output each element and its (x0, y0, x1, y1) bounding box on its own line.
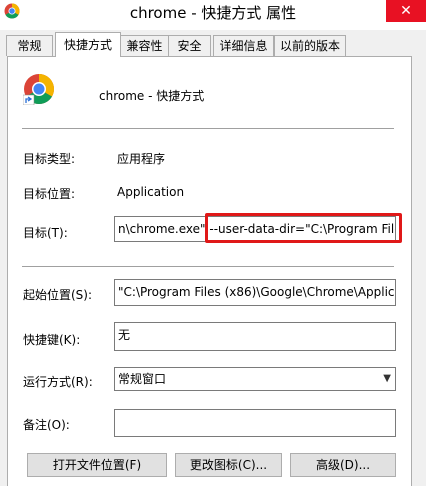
divider (22, 128, 394, 129)
tab-previous-versions[interactable]: 以前的版本 (274, 35, 346, 56)
title-bar: chrome - 快捷方式 属性 ✕ (0, 0, 426, 30)
hotkey-input[interactable]: 无 (114, 322, 396, 351)
close-icon: ✕ (400, 3, 412, 19)
chrome-app-icon (23, 74, 55, 105)
run-select[interactable]: 常规窗口 ▼ (114, 367, 396, 391)
comment-label: 备注(O): (23, 418, 70, 432)
change-icon-button[interactable]: 更改图标(C)... (175, 453, 282, 477)
target-label: 目标(T): (23, 226, 68, 240)
tab-shortcut[interactable]: 快捷方式 (55, 32, 121, 57)
shortcut-name: chrome - 快捷方式 (99, 89, 205, 103)
divider (22, 266, 394, 267)
target-input[interactable]: n\chrome.exe" --user-data-dir="C:\Progra… (114, 216, 396, 242)
window-title: chrome - 快捷方式 属性 (129, 4, 297, 22)
chevron-down-icon: ▼ (383, 373, 391, 384)
target-type-value: 应用程序 (117, 152, 166, 166)
run-select-value: 常规窗口 (118, 372, 167, 386)
tab-details[interactable]: 详细信息 (213, 35, 274, 56)
start-in-label: 起始位置(S): (23, 288, 93, 302)
hotkey-label: 快捷键(K): (23, 333, 81, 347)
target-location-value: Application (117, 185, 185, 199)
tab-security[interactable]: 安全 (168, 35, 211, 56)
tab-compatibility[interactable]: 兼容性 (120, 35, 169, 56)
target-type-label: 目标类型: (23, 152, 76, 166)
target-location-label: 目标位置: (23, 187, 76, 201)
open-file-location-button[interactable]: 打开文件位置(F) (27, 453, 167, 477)
close-button[interactable]: ✕ (386, 0, 426, 22)
comment-input[interactable] (114, 409, 396, 437)
start-in-input[interactable]: "C:\Program Files (x86)\Google\Chrome\Ap… (114, 279, 396, 306)
run-label: 运行方式(R): (23, 375, 93, 389)
tab-general[interactable]: 常规 (6, 35, 53, 56)
advanced-button[interactable]: 高级(D)... (290, 453, 396, 477)
